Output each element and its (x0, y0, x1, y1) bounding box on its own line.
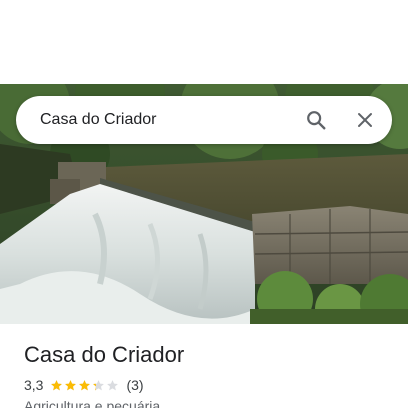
star-icon (51, 379, 63, 390)
clear-search-button[interactable] (351, 106, 379, 134)
star-icon (93, 379, 105, 390)
rating-row[interactable]: 3,3 (3) (24, 376, 144, 394)
search-icon (307, 111, 326, 130)
close-icon (358, 113, 372, 127)
top-blank-area (0, 0, 408, 84)
place-title: Casa do Criador (24, 342, 185, 367)
star-icon (65, 379, 77, 390)
star-icon (107, 379, 119, 390)
review-count[interactable]: (3) (126, 377, 143, 393)
rating-stars (50, 379, 120, 392)
rating-value: 3,3 (24, 377, 44, 393)
place-category: Agricultura e pecuária (24, 398, 161, 408)
search-input[interactable]: Casa do Criador (40, 109, 157, 131)
search-button[interactable] (302, 106, 330, 134)
search-bar[interactable]: Casa do Criador (16, 96, 392, 144)
star-icon (79, 379, 91, 390)
